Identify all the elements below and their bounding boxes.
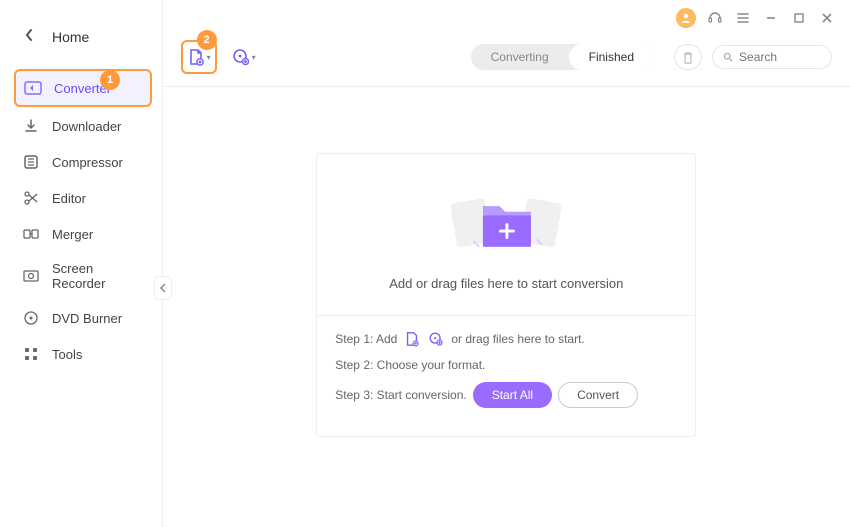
clear-list-button[interactable]: [674, 44, 702, 70]
sidebar-item-editor[interactable]: Editor: [14, 181, 152, 215]
tab-finished[interactable]: Finished: [569, 44, 654, 70]
sidebar-item-tools[interactable]: Tools: [14, 337, 152, 371]
screen-recorder-icon: [22, 267, 40, 285]
search-input[interactable]: [739, 50, 821, 64]
titlebar: [163, 0, 850, 36]
sidebar-item-label: Screen Recorder: [52, 261, 144, 291]
sidebar-item-label: Tools: [52, 347, 82, 362]
disc-add-icon: [232, 48, 250, 66]
user-avatar[interactable]: [676, 8, 696, 28]
back-button[interactable]: [24, 28, 34, 45]
add-disc-button[interactable]: ▾: [227, 41, 261, 73]
file-add-icon: [187, 48, 205, 66]
dropzone[interactable]: Add or drag files here to start conversi…: [316, 153, 696, 437]
support-icon[interactable]: [706, 9, 724, 27]
step-2: Step 2: Choose your format.: [335, 358, 677, 372]
file-add-icon-small[interactable]: [403, 330, 421, 348]
search-box[interactable]: [712, 45, 832, 69]
chevron-down-icon: ▾: [252, 53, 256, 62]
merger-icon: [22, 225, 40, 243]
add-file-button[interactable]: ▾ 2: [181, 40, 217, 74]
disc-add-icon-small[interactable]: [427, 330, 445, 348]
sidebar-item-label: Compressor: [52, 155, 123, 170]
step-1: Step 1: Add or drag files here to start.: [335, 330, 677, 348]
sidebar-item-downloader[interactable]: Downloader: [14, 109, 152, 143]
start-all-button[interactable]: Start All: [473, 382, 552, 408]
dropzone-title: Add or drag files here to start conversi…: [327, 276, 685, 291]
callout-badge-1: 1: [100, 70, 120, 90]
sidebar-item-screen-recorder[interactable]: Screen Recorder: [14, 253, 152, 299]
sidebar-item-label: DVD Burner: [52, 311, 122, 326]
step1-suffix: or drag files here to start.: [451, 332, 584, 346]
search-icon: [723, 51, 733, 63]
converter-icon: [24, 79, 42, 97]
tabset: Converting Finished: [471, 44, 654, 70]
tab-converting[interactable]: Converting: [471, 44, 569, 70]
minimize-button[interactable]: [762, 9, 780, 27]
sidebar: Home Converter Downloader Compressor: [0, 0, 163, 527]
convert-button[interactable]: Convert: [558, 382, 638, 408]
compressor-icon: [22, 153, 40, 171]
grid-icon: [22, 345, 40, 363]
toolbar: ▾ 2 ▾ Converting Finished: [163, 36, 850, 87]
menu-icon[interactable]: [734, 9, 752, 27]
main-area: ▾ 2 ▾ Converting Finished: [163, 0, 850, 527]
step-3: Step 3: Start conversion. Start All Conv…: [335, 382, 677, 408]
callout-badge-2: 2: [197, 30, 217, 50]
sidebar-item-label: Editor: [52, 191, 86, 206]
folder-illustration: [446, 180, 566, 260]
close-button[interactable]: [818, 9, 836, 27]
download-icon: [22, 117, 40, 135]
sidebar-item-label: Downloader: [52, 119, 121, 134]
chevron-down-icon: ▾: [207, 53, 211, 62]
sidebar-item-dvd-burner[interactable]: DVD Burner: [14, 301, 152, 335]
step1-prefix: Step 1: Add: [335, 332, 397, 346]
sidebar-item-label: Merger: [52, 227, 93, 242]
sidebar-item-compressor[interactable]: Compressor: [14, 145, 152, 179]
maximize-button[interactable]: [790, 9, 808, 27]
sidebar-item-converter[interactable]: Converter: [14, 69, 152, 107]
scissors-icon: [22, 189, 40, 207]
disc-icon: [22, 309, 40, 327]
sidebar-item-merger[interactable]: Merger: [14, 217, 152, 251]
home-label: Home: [52, 29, 89, 45]
trash-icon: [682, 51, 694, 64]
